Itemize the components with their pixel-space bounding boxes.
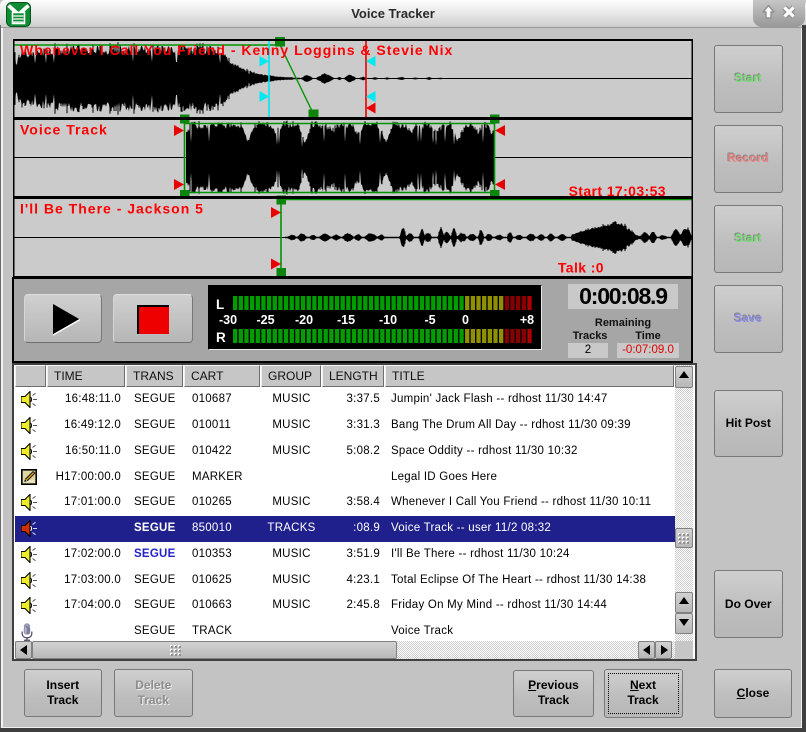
svg-text:Start 17:03:53: Start 17:03:53 <box>569 183 666 199</box>
svg-text:-5: -5 <box>424 313 435 327</box>
svg-text:-30: -30 <box>219 313 237 327</box>
svg-text:R: R <box>216 330 226 345</box>
svg-text:0: 0 <box>462 313 469 327</box>
svg-text:-20: -20 <box>295 313 313 327</box>
svg-text:Voice Track: Voice Track <box>20 122 108 138</box>
svg-text:-15: -15 <box>337 313 355 327</box>
svg-text:Talk :0: Talk :0 <box>558 260 604 276</box>
svg-text:+8: +8 <box>520 313 534 327</box>
svg-text:-10: -10 <box>379 313 397 327</box>
svg-text:I'll Be There - Jackson 5: I'll Be There - Jackson 5 <box>20 201 204 217</box>
svg-text:Whenever I Call You Friend - K: Whenever I Call You Friend - Kenny Loggi… <box>20 42 453 58</box>
svg-text:L: L <box>216 297 224 312</box>
svg-text:-25: -25 <box>256 313 274 327</box>
